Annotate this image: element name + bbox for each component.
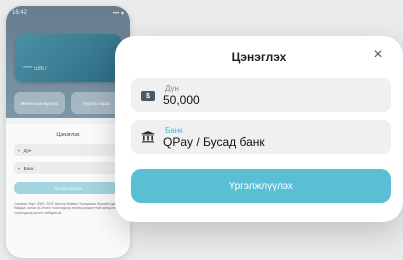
amount-field[interactable]: Дүн $ 50,000 [131,78,391,112]
bank-icon [141,131,155,143]
modal-title: Цэнэглэх [231,50,287,64]
bank-select[interactable]: Банк QPay / Бусад банк [131,120,391,154]
bank-icon-svg [141,131,155,143]
topup-modal: Цэнэглэх × Дүн $ 50,000 Банк QPay / Буса… [115,36,403,222]
continue-button[interactable]: Үргэлжлүүлэх [131,169,391,203]
money-icon: $ [141,91,155,101]
bank-label: Банк [165,126,183,135]
amount-value: 50,000 [163,93,200,107]
amount-label: Дүн [165,84,179,93]
bank-value: QPay / Бусад банк [163,135,265,149]
close-icon[interactable]: × [369,46,387,64]
